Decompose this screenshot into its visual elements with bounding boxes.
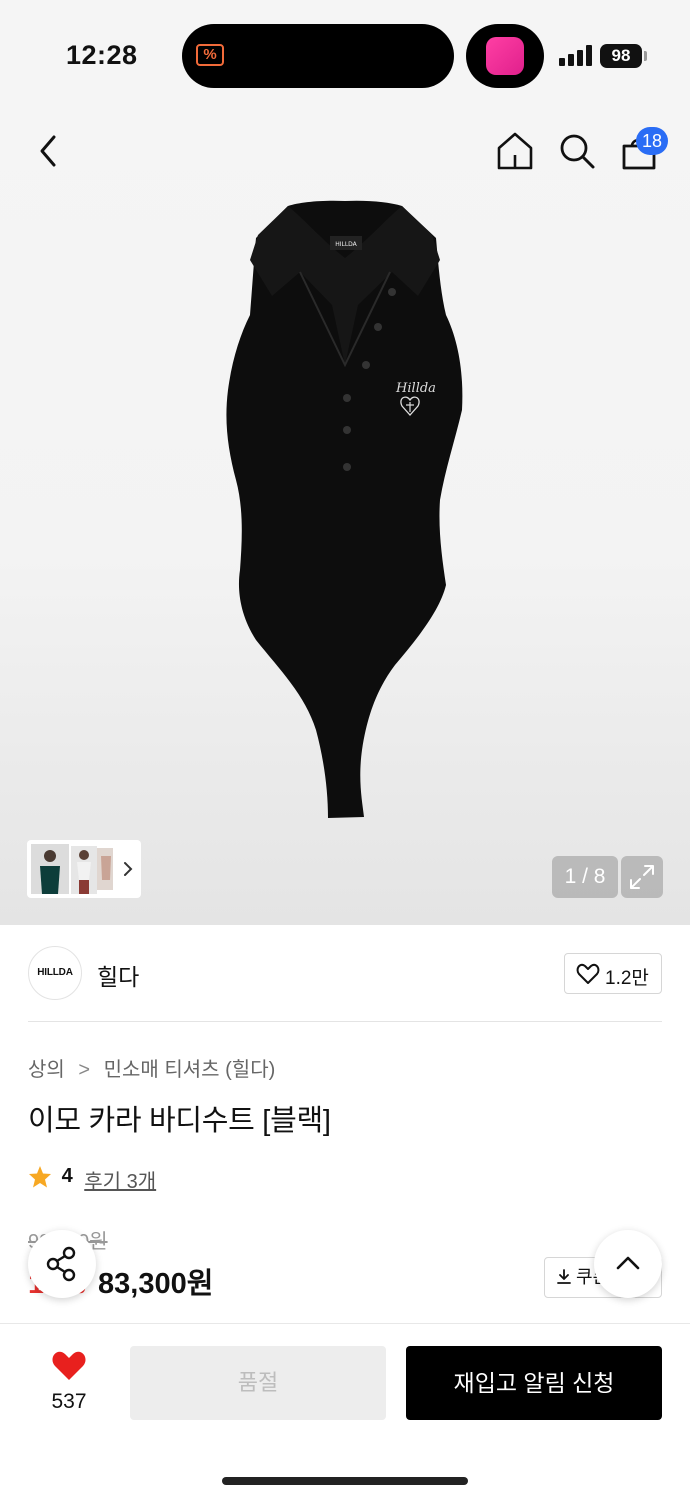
cart-count-badge: 18 xyxy=(636,127,668,155)
svg-text:HILLDA: HILLDA xyxy=(335,241,357,248)
breadcrumb-subcategory[interactable]: 민소매 티셔츠 (힐다) xyxy=(104,1059,276,1081)
soldout-button[interactable]: 품절 xyxy=(130,1346,386,1420)
search-icon[interactable] xyxy=(557,131,597,171)
wishlist-count: 537 xyxy=(51,1390,87,1413)
share-icon xyxy=(46,1246,76,1282)
wishlist-button[interactable]: 537 xyxy=(40,1348,98,1413)
app-activity-icon xyxy=(486,37,524,75)
thumbnail-strip[interactable] xyxy=(27,840,141,898)
breadcrumb-chevron-icon: > xyxy=(78,1059,91,1081)
scroll-to-top-button[interactable] xyxy=(594,1230,662,1298)
star-icon xyxy=(29,1166,51,1188)
heart-filled-icon xyxy=(52,1351,86,1380)
chevron-right-icon xyxy=(124,862,133,876)
status-bar: 12:28 % 98 xyxy=(0,0,690,110)
sale-price: 83,300원 xyxy=(98,1268,214,1300)
restock-alert-button[interactable]: 재입고 알림 신청 xyxy=(406,1346,662,1420)
breadcrumb: 상의 > 민소매 티셔츠 (힐다) xyxy=(28,1053,275,1082)
brand-name[interactable]: 힐다 xyxy=(97,958,139,992)
home-indicator[interactable] xyxy=(222,1477,468,1485)
back-icon[interactable] xyxy=(32,132,66,170)
product-image-gallery[interactable]: HILLDA Hillda xyxy=(0,110,690,925)
dynamic-island: % xyxy=(182,24,454,88)
reviews-link[interactable]: 후기 3개 xyxy=(84,1171,156,1193)
discount-app-icon: % xyxy=(196,44,224,66)
heart-outline-icon xyxy=(576,963,600,984)
divider xyxy=(28,1021,662,1022)
share-button[interactable] xyxy=(28,1230,96,1298)
image-page-counter: 1 / 8 xyxy=(552,856,618,898)
product-title: 이모 카라 바디수트 [블랙] xyxy=(28,1105,331,1137)
expand-button[interactable] xyxy=(621,856,663,898)
brand-like-count: 1.2만 xyxy=(605,968,649,989)
rating-row: 4 후기 3개 xyxy=(28,1165,156,1194)
product-image: HILLDA Hillda xyxy=(226,200,463,818)
chevron-up-icon xyxy=(616,1256,640,1270)
status-time: 12:28 xyxy=(66,40,138,70)
rating-score: 4 xyxy=(61,1165,73,1187)
brand-like-button[interactable]: 1.2만 xyxy=(564,953,662,994)
expand-icon xyxy=(630,865,654,889)
brand-logo[interactable]: HILLDA xyxy=(28,946,82,1000)
signal-icon xyxy=(559,44,593,66)
svg-text:Hillda: Hillda xyxy=(395,381,436,396)
battery-icon: 98 xyxy=(600,44,642,68)
breadcrumb-category[interactable]: 상의 xyxy=(28,1059,65,1081)
battery-tip xyxy=(644,51,647,61)
download-icon xyxy=(557,1269,571,1284)
dynamic-island-app xyxy=(466,24,544,88)
home-icon[interactable] xyxy=(496,131,534,171)
